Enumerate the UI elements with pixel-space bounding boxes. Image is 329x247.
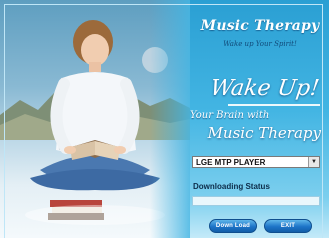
player-select[interactable]: LGE MTP PLAYER ▼: [192, 156, 320, 168]
player-select-value: LGE MTP PLAYER: [196, 157, 266, 167]
chevron-down-icon[interactable]: ▼: [308, 157, 319, 167]
download-button[interactable]: Down Load: [209, 219, 257, 233]
app-window: Music Therapy Wake up Your Spirit! Wake …: [0, 0, 329, 247]
headline-line2: Music Therapy: [207, 124, 321, 142]
app-title: Music Therapy: [200, 18, 320, 34]
download-status-label: Downloading Status: [193, 182, 270, 191]
photo-fade: [150, 0, 190, 247]
download-progress-bar: [192, 196, 320, 206]
exit-button[interactable]: EXIT: [264, 219, 312, 233]
headline-line1: Your Brain with: [190, 110, 270, 121]
wake-up-heading: Wake Up!: [208, 76, 321, 101]
hero-photo: [0, 0, 190, 247]
heading-underline: [228, 104, 320, 106]
bottom-strip: [0, 238, 329, 247]
app-tagline: Wake up Your Spirit!: [223, 40, 297, 48]
